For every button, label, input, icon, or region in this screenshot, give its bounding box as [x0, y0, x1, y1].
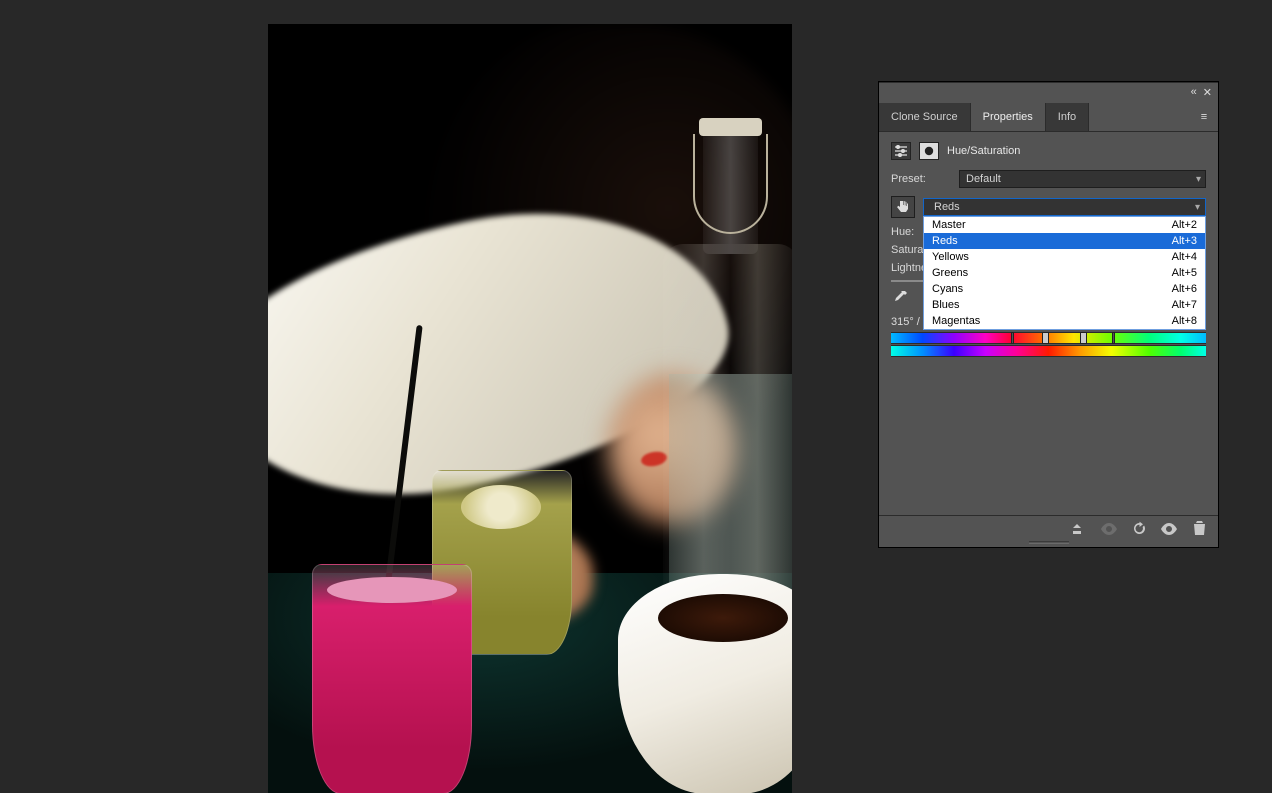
clip-to-layer-icon[interactable]	[1070, 520, 1088, 538]
tab-info[interactable]: Info	[1046, 103, 1089, 131]
hue-range-handle[interactable]	[1011, 332, 1014, 344]
panel-collapse-icon[interactable]: «	[1191, 86, 1197, 99]
preset-select-value: Default	[966, 173, 1001, 185]
color-channel-option[interactable]: CyansAlt+6	[924, 281, 1205, 297]
hue-range-handle[interactable]	[1112, 332, 1115, 344]
color-channel-option[interactable]: MagentasAlt+8	[924, 313, 1205, 329]
adjustment-title: Hue/Saturation	[947, 145, 1020, 157]
color-channel-option[interactable]: RedsAlt+3	[924, 233, 1205, 249]
layer-mask-icon[interactable]	[919, 142, 939, 160]
panel-header: « ✕	[879, 83, 1218, 103]
tab-properties[interactable]: Properties	[971, 103, 1046, 131]
color-channel-select-value: Reds	[934, 201, 960, 213]
reset-icon[interactable]	[1130, 520, 1148, 538]
color-channel-option[interactable]: MasterAlt+2	[924, 217, 1205, 233]
panel-tabs: Clone Source Properties Info ≡	[879, 103, 1218, 132]
view-previous-state-icon[interactable]	[1100, 520, 1118, 538]
hue-range-stop[interactable]	[1080, 332, 1087, 344]
panel-close-icon[interactable]: ✕	[1203, 86, 1212, 99]
preset-label: Preset:	[891, 173, 951, 185]
panel-resize-grip[interactable]	[879, 541, 1218, 547]
panel-flyout-menu-icon[interactable]: ≡	[1190, 103, 1218, 131]
color-channel-option[interactable]: GreensAlt+5	[924, 265, 1205, 281]
panel-footer	[879, 515, 1218, 541]
color-channel-select[interactable]: Reds ▾	[923, 198, 1206, 216]
document-canvas[interactable]	[268, 24, 792, 793]
adjustment-sliders-icon[interactable]	[891, 142, 911, 160]
delete-icon[interactable]	[1190, 520, 1208, 538]
chevron-down-icon: ▾	[1195, 202, 1200, 213]
preset-select[interactable]: Default ▾	[959, 170, 1206, 188]
hue-spectrum-top[interactable]	[891, 332, 1206, 344]
chevron-down-icon: ▾	[1196, 174, 1201, 185]
toggle-visibility-icon[interactable]	[1160, 520, 1178, 538]
properties-panel: « ✕ Clone Source Properties Info ≡ Hue/S…	[879, 82, 1218, 547]
color-channel-option[interactable]: BluesAlt+7	[924, 297, 1205, 313]
hue-range-stop[interactable]	[1042, 332, 1049, 344]
hue-spectrum-bottom	[891, 345, 1206, 357]
eyedropper-icon[interactable]	[891, 290, 909, 308]
color-channel-option[interactable]: YellowsAlt+4	[924, 249, 1205, 265]
targeted-adjustment-tool-button[interactable]	[891, 196, 915, 218]
tab-clone-source[interactable]: Clone Source	[879, 103, 971, 131]
image-content	[268, 24, 792, 793]
color-channel-dropdown: MasterAlt+2RedsAlt+3YellowsAlt+4GreensAl…	[923, 216, 1206, 330]
